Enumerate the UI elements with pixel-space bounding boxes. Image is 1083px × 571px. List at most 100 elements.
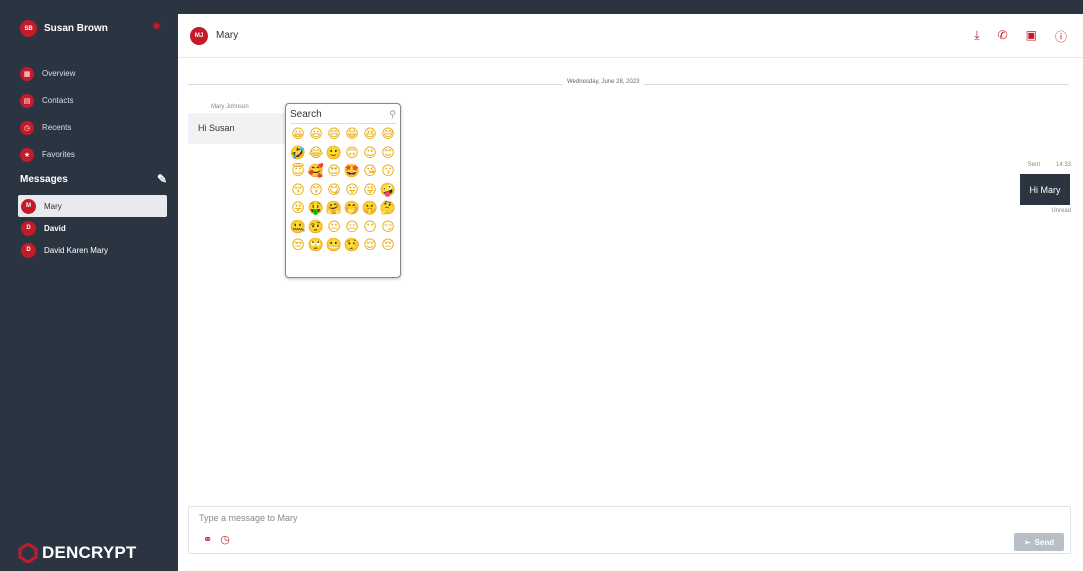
nav-item-contacts[interactable]: ▤ Contacts <box>20 87 75 114</box>
header-actions: ⤓ ✆ ▣ ⓘ <box>974 28 1067 45</box>
contact-avatar[interactable]: MJ <box>190 26 208 45</box>
emoji-item[interactable]: 🤫 <box>361 200 379 219</box>
emoji-item[interactable]: 🤩 <box>343 163 361 182</box>
chat-panel: MJ Mary ⤓ ✆ ▣ ⓘ Wednesday, June 28, 2023… <box>178 14 1083 571</box>
emoji-item[interactable]: 😏 <box>379 219 397 238</box>
user-avatar: SB <box>20 20 37 37</box>
emoji-item[interactable]: 😘 <box>361 163 379 182</box>
star-icon: ★ <box>20 147 34 162</box>
clock-icon: ◷ <box>20 120 34 135</box>
attach-icon[interactable]: ⚭ <box>203 533 212 546</box>
conversation-avatar: D <box>21 220 36 236</box>
contacts-icon: ▤ <box>20 93 34 108</box>
emoji-item[interactable]: 😒 <box>289 237 307 256</box>
emoji-item[interactable]: 😃 <box>307 126 325 145</box>
emoji-item[interactable]: 😇 <box>289 163 307 182</box>
emoji-item[interactable]: 🤐 <box>289 219 307 238</box>
emoji-item[interactable]: 😗 <box>379 163 397 182</box>
nav-item-label: Favorites <box>42 150 75 159</box>
outgoing-status: Unread <box>1051 208 1071 214</box>
emoji-item[interactable]: 😆 <box>361 126 379 145</box>
emoji-item[interactable]: 🤗 <box>325 200 343 219</box>
contact-name: Mary <box>216 30 239 41</box>
conversation-list: M Mary D David D David Karen Mary <box>18 195 167 261</box>
emoji-item[interactable]: 😅 <box>379 126 397 145</box>
composer-tools: ⚭ ◷ <box>203 533 230 546</box>
emoji-item[interactable]: 😀 <box>289 126 307 145</box>
emoji-item[interactable]: 🤥 <box>343 237 361 256</box>
nav-item-favorites[interactable]: ★ Favorites <box>20 141 75 168</box>
emoji-item[interactable]: 🙄 <box>307 237 325 256</box>
emoji-item[interactable]: 😍 <box>325 163 343 182</box>
emoji-item[interactable]: 😁 <box>343 126 361 145</box>
conversation-name: David Karen Mary <box>44 245 109 255</box>
overview-icon: ▦ <box>20 66 34 81</box>
date-label: Wednesday, June 28, 2023 <box>563 79 644 85</box>
settings-gear-icon[interactable]: ✹ <box>152 20 161 33</box>
current-user[interactable]: SB Susan Brown <box>20 20 108 37</box>
user-name: Susan Brown <box>44 23 108 34</box>
nav-item-label: Recents <box>42 123 72 132</box>
nav-item-recents[interactable]: ◷ Recents <box>20 114 75 141</box>
emoji-item[interactable]: 😌 <box>361 237 379 256</box>
phone-icon[interactable]: ✆ <box>998 28 1008 45</box>
emoji-item[interactable]: 😬 <box>325 237 343 256</box>
conversation-mary[interactable]: M Mary <box>18 195 167 217</box>
emoji-item[interactable]: 😂 <box>307 145 325 164</box>
logo-text: DENCRYPT <box>42 543 137 562</box>
emoji-grid: 😀 😃 😄 😁 😆 😅 🤣 😂 🙂 🙃 😉 😊 😇 🥰 😍 🤩 😘 😗 😚 😙 😋 😛 😜 🤪 😝 🤑 🤗 🤭 🤫 🤔 🤐 🤨 😐 😑 😶 😏 😒 🙄 😬 🤥… <box>289 126 400 256</box>
conversation-david[interactable]: D David <box>18 217 167 239</box>
nav-menu: ▦ Overview ▤ Contacts ◷ Recents ★ Favori… <box>20 60 75 168</box>
emoji-item[interactable]: 🥰 <box>307 163 325 182</box>
incoming-sender: Mary Johnson <box>211 104 249 110</box>
nav-item-overview[interactable]: ▦ Overview <box>20 60 75 87</box>
download-icon[interactable]: ⤓ <box>974 28 979 45</box>
emoji-item[interactable]: 😔 <box>379 237 397 256</box>
emoji-item[interactable]: 🤑 <box>307 200 325 219</box>
emoji-item[interactable]: 😝 <box>289 200 307 219</box>
send-button[interactable]: ➢ Send <box>1014 533 1064 551</box>
outgoing-sent-label: Sent <box>1027 162 1040 168</box>
conversation-avatar: M <box>21 198 36 214</box>
emoji-item[interactable]: 😐 <box>325 219 343 238</box>
incoming-message: Hi Susan <box>188 113 288 144</box>
compose-icon[interactable]: ✎ <box>157 172 167 186</box>
info-icon[interactable]: ⓘ <box>1055 28 1067 45</box>
emoji-search-placeholder: Search <box>290 109 322 120</box>
search-icon: ⚲ <box>389 109 396 119</box>
chat-header: MJ Mary <box>178 14 1083 58</box>
emoji-item[interactable]: 😄 <box>325 126 343 145</box>
emoji-picker: Search ⚲ 😀 😃 😄 😁 😆 😅 🤣 😂 🙂 🙃 😉 😊 😇 🥰 😍 🤩 😘 😗 😚 😙 😋 😛 😜 🤪 😝 🤑 🤗 🤭 🤫 🤔 🤐… <box>285 103 401 278</box>
emoji-item[interactable]: 😑 <box>343 219 361 238</box>
conversation-avatar: D <box>21 242 36 258</box>
conversation-david-karen-mary[interactable]: D David Karen Mary <box>18 239 167 261</box>
timer-icon[interactable]: ◷ <box>220 533 230 546</box>
emoji-item[interactable]: 🤔 <box>379 200 397 219</box>
nav-item-label: Overview <box>42 69 76 78</box>
outgoing-time: 14:33 <box>1055 162 1071 168</box>
messages-header: Messages ✎ <box>20 172 167 186</box>
nav-item-label: Contacts <box>42 96 74 105</box>
send-icon: ➢ <box>1023 537 1031 547</box>
emoji-item[interactable]: 😶 <box>361 219 379 238</box>
emoji-item[interactable]: 🙂 <box>325 145 343 164</box>
emoji-item[interactable]: 😛 <box>343 182 361 201</box>
emoji-item[interactable]: 😊 <box>379 145 397 164</box>
emoji-item[interactable]: 🤣 <box>289 145 307 164</box>
emoji-item[interactable]: 😜 <box>361 182 379 201</box>
sidebar: SB Susan Brown ✹ ▦ Overview ▤ Contacts ◷… <box>0 0 178 571</box>
emoji-search-input[interactable]: Search ⚲ <box>290 106 396 124</box>
emoji-item[interactable]: 😙 <box>307 182 325 201</box>
emoji-item[interactable]: 🤪 <box>379 182 397 201</box>
emoji-item[interactable]: 🙃 <box>343 145 361 164</box>
emoji-item[interactable]: 😚 <box>289 182 307 201</box>
logo-mark-icon <box>18 543 38 563</box>
emoji-item[interactable]: 🤭 <box>343 200 361 219</box>
emoji-item[interactable]: 😋 <box>325 182 343 201</box>
message-composer[interactable]: Type a message to Mary ⚭ ◷ ➢ Send <box>188 506 1071 554</box>
message-input[interactable]: Type a message to Mary <box>199 513 298 523</box>
outgoing-message: Hi Mary <box>1020 174 1070 205</box>
emoji-item[interactable]: 😉 <box>361 145 379 164</box>
video-icon[interactable]: ▣ <box>1026 28 1037 45</box>
emoji-item[interactable]: 🤨 <box>307 219 325 238</box>
